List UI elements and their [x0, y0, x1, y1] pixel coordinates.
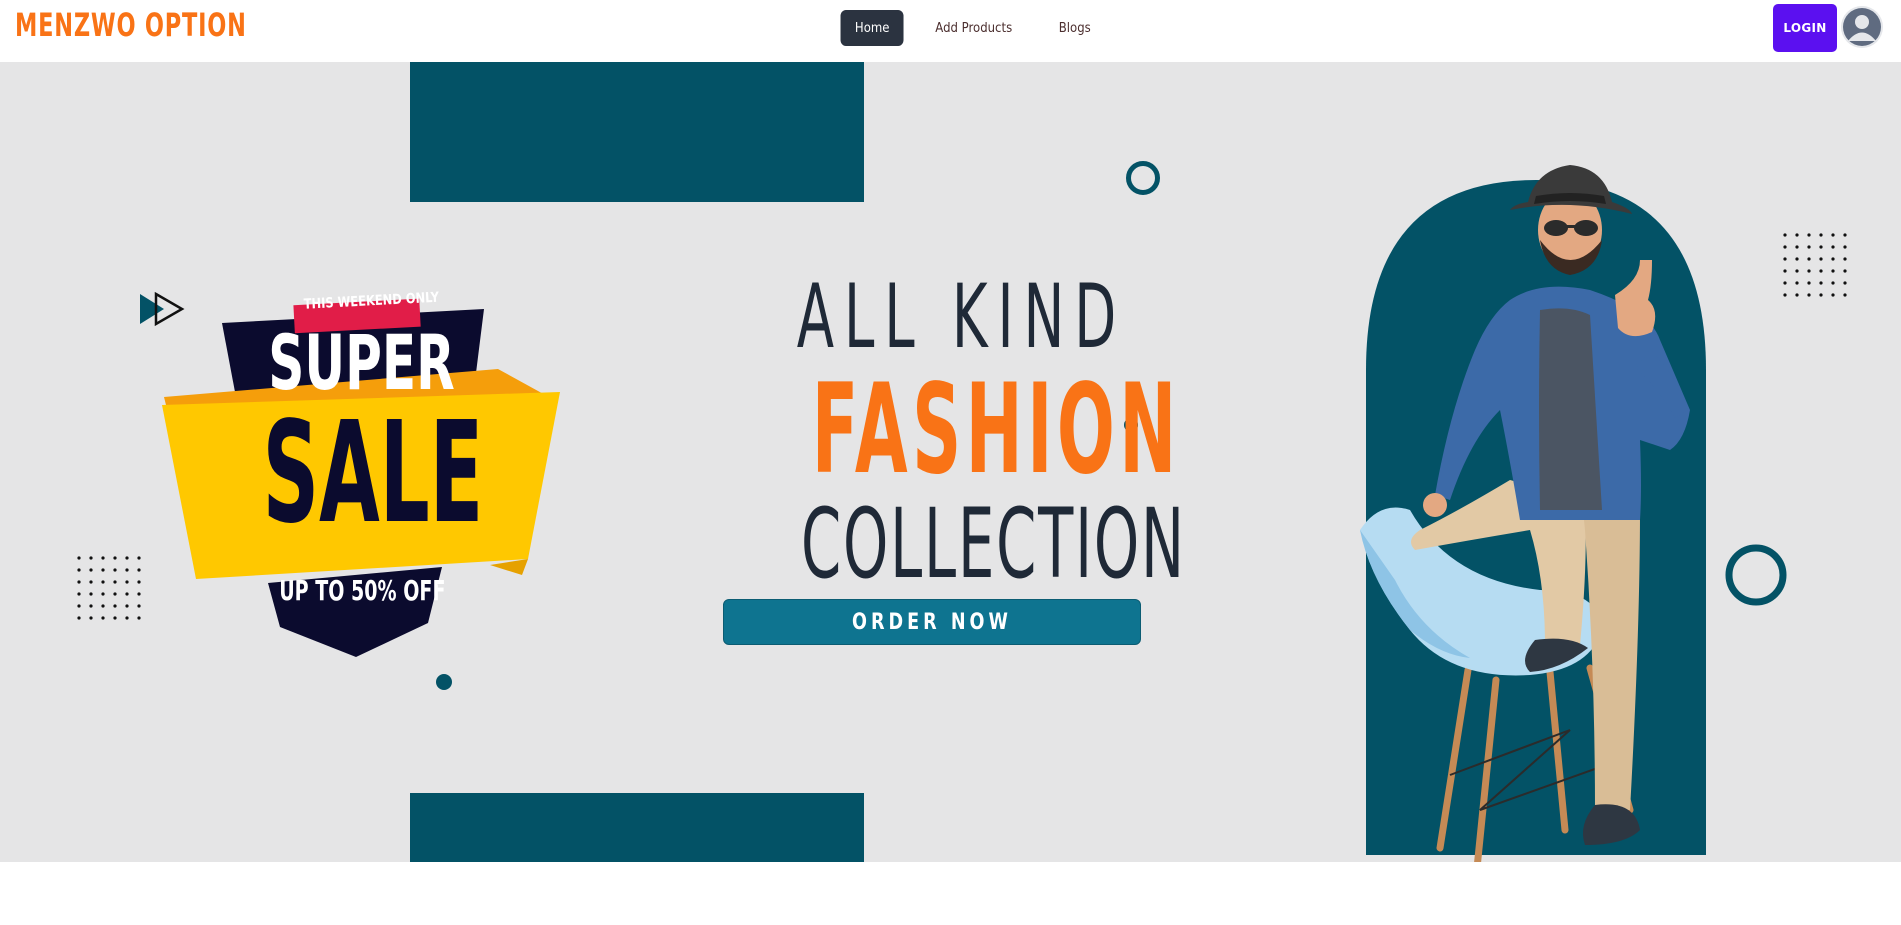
- nav-item-blogs[interactable]: Blogs: [1044, 10, 1105, 46]
- nav-item-home[interactable]: Home: [840, 10, 904, 46]
- sale-sale-text: SALE: [262, 392, 484, 555]
- page-below-hero: [0, 862, 1901, 925]
- hero-banner: THIS WEEKEND ONLY SUPER SALE UP TO 50% O…: [0, 62, 1901, 862]
- brand-logo[interactable]: MENZWO OPTION: [15, 6, 247, 44]
- nav-item-add-products[interactable]: Add Products: [921, 10, 1027, 46]
- ring-shape-right: [1725, 544, 1787, 606]
- ring-shape-top: [1126, 161, 1160, 195]
- dot-grid-left: [77, 556, 141, 620]
- dot-grid-right: [1783, 233, 1847, 297]
- top-navbar: MENZWO OPTION Home Add Products Blogs LO…: [0, 0, 1901, 62]
- user-avatar-icon[interactable]: [1841, 6, 1883, 48]
- main-nav: Home Add Products Blogs: [837, 10, 1108, 46]
- headline-line-1: ALL KIND: [796, 265, 1127, 368]
- login-button[interactable]: LOGIN: [1773, 4, 1837, 52]
- bottom-teal-rectangle: [410, 793, 864, 862]
- model-on-chair-image: [1360, 165, 1706, 862]
- top-teal-rectangle: [410, 62, 864, 202]
- headline-line-3: COLLECTION: [801, 488, 1186, 600]
- sale-discount-text: UP TO 50% OFF: [279, 574, 446, 607]
- order-now-label: ORDER NOW: [852, 609, 1012, 635]
- headline-line-2: FASHION: [811, 358, 1181, 502]
- order-now-button[interactable]: ORDER NOW: [723, 599, 1141, 645]
